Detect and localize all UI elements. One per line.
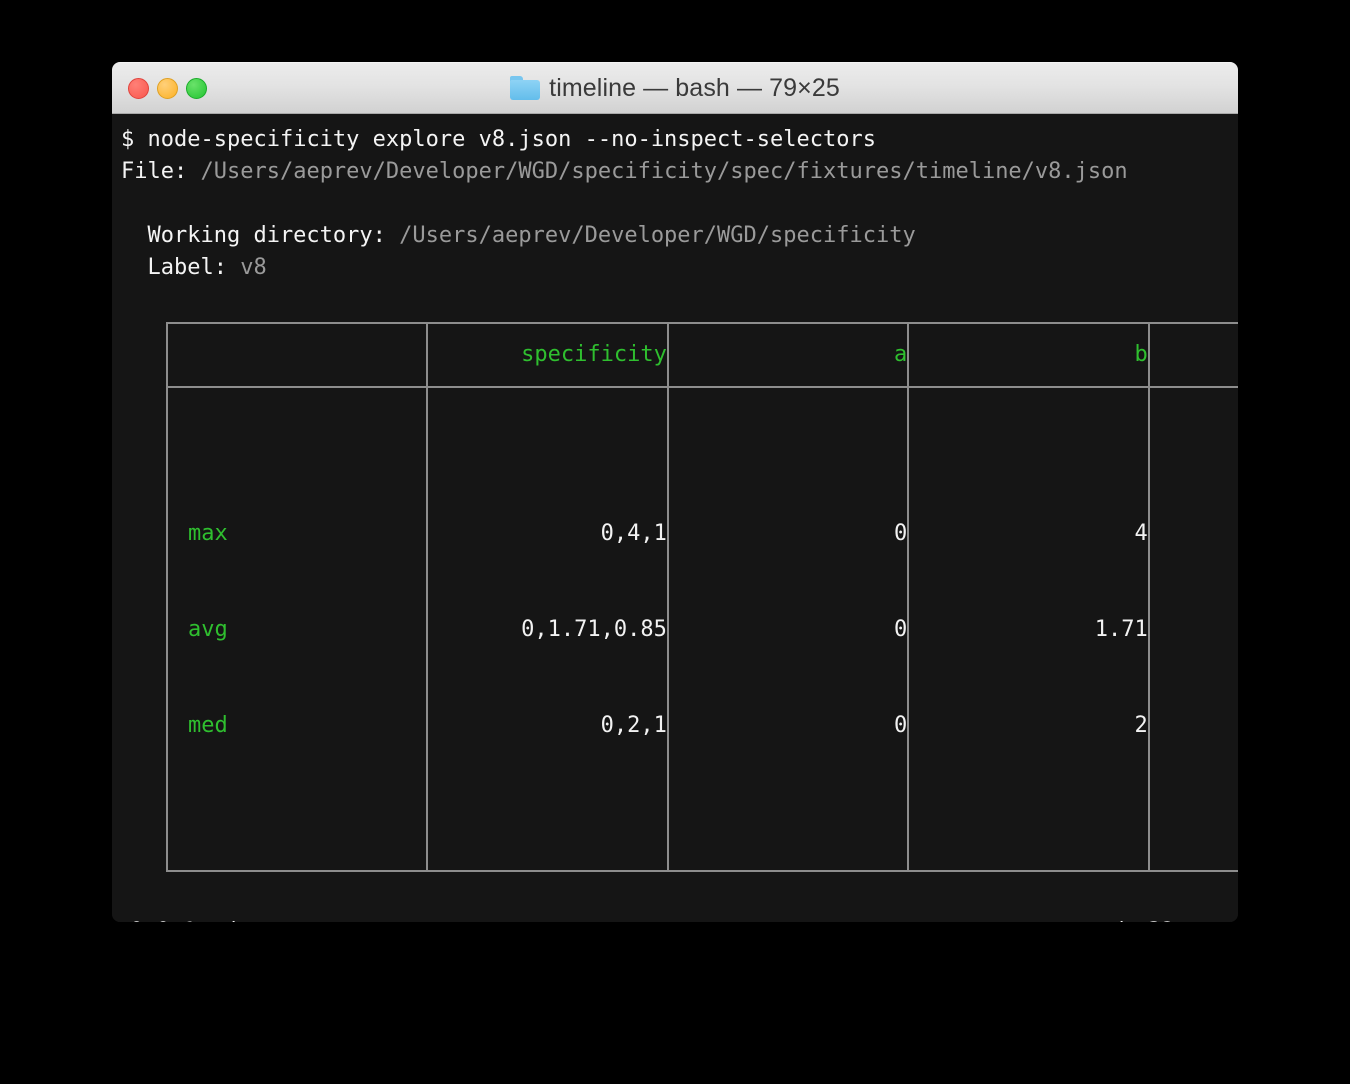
close-button[interactable]	[128, 77, 149, 99]
stats-row-label-max: max	[188, 521, 228, 546]
stats-value-med-c: 1	[1150, 710, 1238, 742]
terminal-body[interactable]: $ node-specificity explore v8.json --no-…	[112, 114, 1238, 922]
histogram-right-separator: |	[1115, 916, 1148, 922]
stats-value-med-specificity: 0,2,1	[600, 713, 667, 738]
specificity-histogram: 0,0,1||320,0,2||10,0,3||10,1,0||300,1,1|…	[121, 904, 1238, 922]
maximize-button[interactable]	[186, 77, 207, 99]
stats-table-wrap: specificity a b c ! max avg	[121, 316, 1238, 872]
stats-value-max-a: 0	[894, 521, 908, 546]
command-text: node-specificity explore v8.json --no-in…	[147, 127, 876, 152]
stats-row-label-med: med	[188, 713, 228, 738]
stats-cell-b: 4 1.71 2	[907, 386, 1150, 872]
working-directory-label: Working directory:	[121, 223, 400, 248]
stats-value-avg-c: 0.85	[1150, 614, 1238, 646]
histogram-row: 0,0,1||32	[130, 916, 1238, 922]
histogram-row-count: 32	[1148, 916, 1175, 922]
window-title-group: timeline — bash — 79×25	[510, 74, 840, 103]
stats-table-header-row: specificity a b c !	[165, 322, 1238, 388]
label-value: v8	[240, 255, 267, 280]
stats-table-row: max avg med 0,4,1 0,1.71,0.85 0,2,1 0 0 …	[165, 386, 1238, 872]
label-line: Label: v8	[121, 252, 1238, 284]
stats-header-specificity: specificity	[426, 322, 669, 388]
stats-value-max-specificity: 0,4,1	[600, 521, 667, 546]
histogram-row-label: 0,0,1	[130, 916, 227, 922]
stats-header-b: b	[907, 322, 1150, 388]
shell-prompt: $	[121, 127, 148, 152]
label-label: Label:	[121, 255, 241, 280]
file-path: /Users/aeprev/Developer/WGD/specificity/…	[200, 159, 1128, 184]
window-titlebar: timeline — bash — 79×25	[112, 62, 1238, 114]
window-title: timeline — bash — 79×25	[549, 73, 840, 102]
minimize-button[interactable]	[157, 77, 178, 99]
stats-row-labels: max avg med	[165, 386, 429, 872]
folder-icon	[510, 76, 541, 100]
stats-value-med-b: 2	[1134, 713, 1148, 738]
stats-value-max-c: 3	[1150, 518, 1238, 550]
file-label: File:	[121, 159, 201, 184]
stats-cell-c: 3 0.85 1	[1147, 386, 1238, 872]
stats-header-c: c	[1147, 322, 1238, 388]
stats-table: specificity a b c ! max avg	[165, 322, 1238, 872]
stats-value-med-a: 0	[894, 713, 908, 738]
terminal-window: timeline — bash — 79×25 $ node-specifici…	[112, 62, 1238, 922]
working-directory-path: /Users/aeprev/Developer/WGD/specificity	[399, 223, 916, 248]
stats-cell-a: 0 0 0	[666, 386, 910, 872]
file-line: File: /Users/aeprev/Developer/WGD/specif…	[121, 156, 1238, 188]
stats-header-a: a	[666, 322, 910, 388]
working-directory-line: Working directory: /Users/aeprev/Develop…	[121, 220, 1238, 252]
stats-value-avg-b: 1.71	[1094, 617, 1148, 642]
command-line: $ node-specificity explore v8.json --no-…	[121, 124, 1238, 156]
histogram-bar	[260, 916, 1115, 922]
stats-header-blank	[165, 322, 429, 388]
traffic-light-group	[128, 63, 207, 113]
stats-row-label-avg: avg	[188, 617, 228, 642]
histogram-left-separator: |	[227, 916, 260, 922]
stats-cell-specificity: 0,4,1 0,1.71,0.85 0,2,1	[426, 386, 669, 872]
stats-value-avg-specificity: 0,1.71,0.85	[521, 617, 667, 642]
stats-value-max-b: 4	[1134, 521, 1148, 546]
stats-value-avg-a: 0	[894, 617, 908, 642]
